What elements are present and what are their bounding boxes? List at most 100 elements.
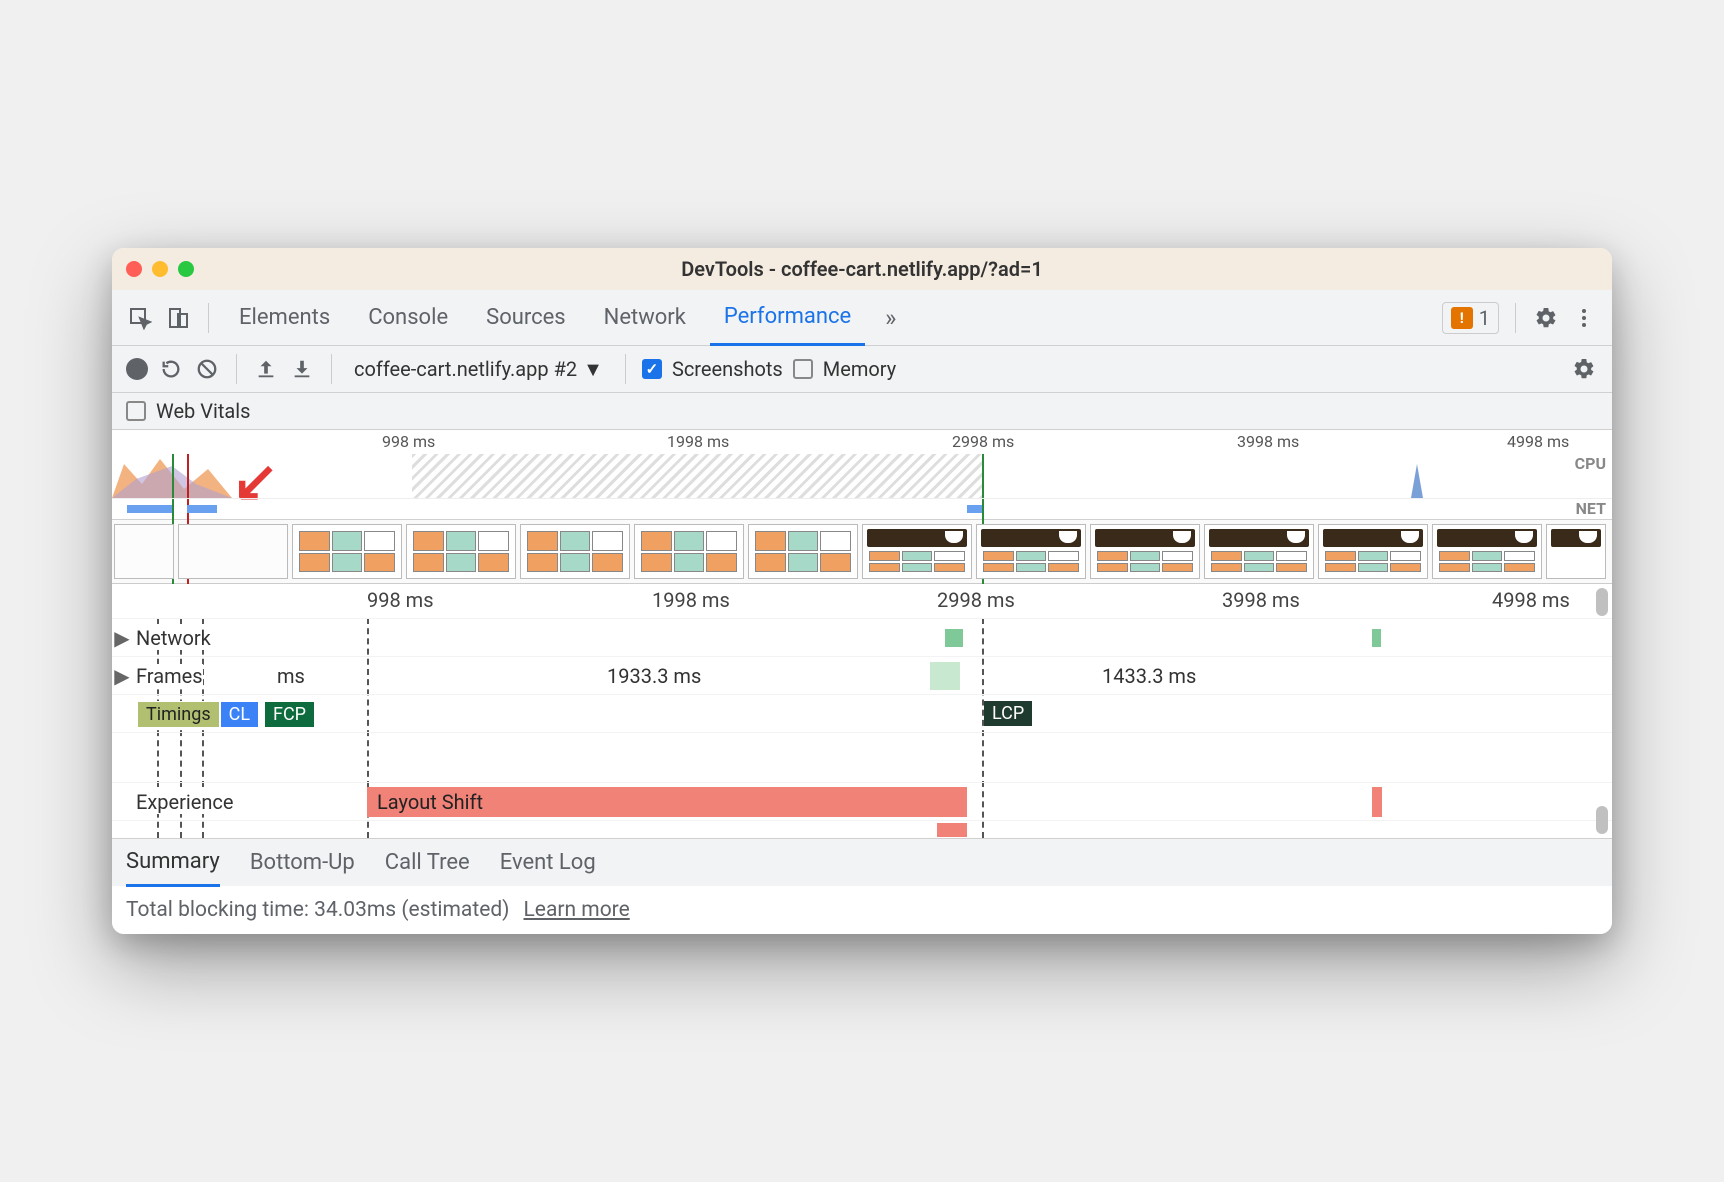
track-experience-sub [112,820,1612,838]
fcp-badge[interactable]: FCP [265,702,314,727]
screenshot-thumb[interactable] [748,524,858,579]
layout-shift-block[interactable]: Layout Shift [367,787,967,817]
details-tabstrip: Summary Bottom-Up Call Tree Event Log [112,838,1612,886]
tab-performance[interactable]: Performance [710,290,865,346]
scrollbar-thumb[interactable] [1596,806,1608,834]
frame-block[interactable] [930,662,960,690]
screenshot-thumb[interactable] [406,524,516,579]
divider [1515,303,1516,333]
track-spacer [112,732,1612,782]
tab-event-log[interactable]: Event Log [500,850,596,875]
screenshots-label: Screenshots [672,357,783,381]
record-button[interactable] [126,358,148,380]
ruler-tick: 3998 ms [1237,432,1299,451]
upload-icon[interactable] [253,356,279,382]
tab-elements[interactable]: Elements [225,290,344,346]
net-label: NET [1576,499,1606,518]
overview-panel[interactable]: 998 ms 1998 ms 2998 ms 3998 ms 4998 ms C… [112,430,1612,520]
devtools-window: DevTools - coffee-cart.netlify.app/?ad=1… [112,248,1612,934]
settings-gear-icon[interactable] [1532,304,1560,332]
layout-shift-block[interactable] [1372,787,1382,817]
ruler-tick: 3998 ms [1222,588,1300,612]
experience-track-label: Experience [112,790,234,814]
track-experience[interactable]: Experience Layout Shift [112,782,1612,820]
minimize-window-button[interactable] [152,261,168,277]
divider [331,354,332,384]
more-tabs-chevron-icon[interactable]: » [875,304,906,332]
performance-toolbar: coffee-cart.netlify.app #2 ▼ Screenshots… [112,346,1612,393]
cls-badge[interactable]: CL [221,702,258,727]
layout-shift-block[interactable] [937,823,967,837]
screenshot-thumb[interactable] [520,524,630,579]
track-network[interactable]: ▶ Network [112,618,1612,656]
ruler-tick: 2998 ms [937,588,1015,612]
titlebar: DevTools - coffee-cart.netlify.app/?ad=1 [112,248,1612,290]
main-ruler: 998 ms 1998 ms 2998 ms 3998 ms 4998 ms [112,584,1612,618]
disclosure-triangle-icon[interactable]: ▶ [112,664,132,688]
screenshot-thumb[interactable] [1090,524,1200,579]
ruler-tick: 998 ms [382,432,435,451]
tab-console[interactable]: Console [354,290,462,346]
screenshot-thumb[interactable] [1432,524,1542,579]
screenshot-filmstrip[interactable] [112,520,1612,584]
long-task-region [412,454,982,498]
ruler-tick: 4998 ms [1507,432,1569,451]
divider [208,303,209,333]
web-vitals-checkbox[interactable] [126,401,146,421]
track-timings[interactable]: TimingsCL FCP LCP [112,694,1612,732]
network-track-label: Network [132,626,211,650]
memory-checkbox[interactable] [793,359,813,379]
screenshot-thumb[interactable] [1204,524,1314,579]
device-toolbar-icon[interactable] [164,304,192,332]
performance-toolbar-row2: Web Vitals [112,393,1612,430]
tab-network[interactable]: Network [590,290,700,346]
network-bar[interactable] [1372,629,1381,647]
inspect-element-icon[interactable] [126,304,154,332]
ruler-tick: 1998 ms [667,432,729,451]
cpu-label: CPU [1575,454,1606,473]
memory-label: Memory [823,357,896,381]
lcp-badge[interactable]: LCP [984,701,1032,726]
divider [236,354,237,384]
overview-ruler: 998 ms 1998 ms 2998 ms 3998 ms 4998 ms [112,430,1612,454]
frame-duration: 1933.3 ms [607,664,701,688]
flame-chart-tracks[interactable]: ▶ Network ▶ Frames ms 1933.3 ms 1433.3 m… [112,618,1612,838]
ruler-tick: 998 ms [367,588,434,612]
reload-icon[interactable] [158,356,184,382]
maximize-window-button[interactable] [178,261,194,277]
ruler-tick: 4998 ms [1492,588,1570,612]
screenshot-thumb[interactable] [178,524,288,579]
close-window-button[interactable] [126,261,142,277]
summary-status: Total blocking time: 34.03ms (estimated)… [112,886,1612,934]
clear-icon[interactable] [194,356,220,382]
window-controls [126,261,194,277]
issue-warning-icon: ! [1451,307,1473,329]
download-icon[interactable] [289,356,315,382]
capture-settings-gear-icon[interactable] [1570,355,1598,383]
kebab-menu-icon[interactable] [1570,304,1598,332]
screenshot-thumb[interactable] [1546,524,1606,579]
net-overview: NET [112,498,1612,520]
tab-bottom-up[interactable]: Bottom-Up [250,850,355,875]
screenshot-thumb[interactable] [976,524,1086,579]
tab-summary[interactable]: Summary [126,839,220,887]
disclosure-triangle-icon[interactable]: ▶ [112,626,132,650]
tab-sources[interactable]: Sources [472,290,580,346]
screenshots-checkbox[interactable] [642,359,662,379]
scrollbar-thumb[interactable] [1596,588,1608,616]
recording-selector-label: coffee-cart.netlify.app #2 [354,357,577,381]
divider [625,354,626,384]
screenshot-thumb[interactable] [292,524,402,579]
screenshot-thumb[interactable] [634,524,744,579]
screenshot-thumb[interactable] [114,524,174,579]
screenshot-thumb[interactable] [862,524,972,579]
recording-selector[interactable]: coffee-cart.netlify.app #2 ▼ [348,357,609,382]
issues-button[interactable]: ! 1 [1442,302,1499,334]
learn-more-link[interactable]: Learn more [524,898,630,922]
track-frames[interactable]: ▶ Frames ms 1933.3 ms 1433.3 ms [112,656,1612,694]
frame-duration: 1433.3 ms [1102,664,1196,688]
tab-call-tree[interactable]: Call Tree [385,850,470,875]
layout-shift-label: Layout Shift [377,790,483,814]
network-bar[interactable] [945,629,963,647]
screenshot-thumb[interactable] [1318,524,1428,579]
